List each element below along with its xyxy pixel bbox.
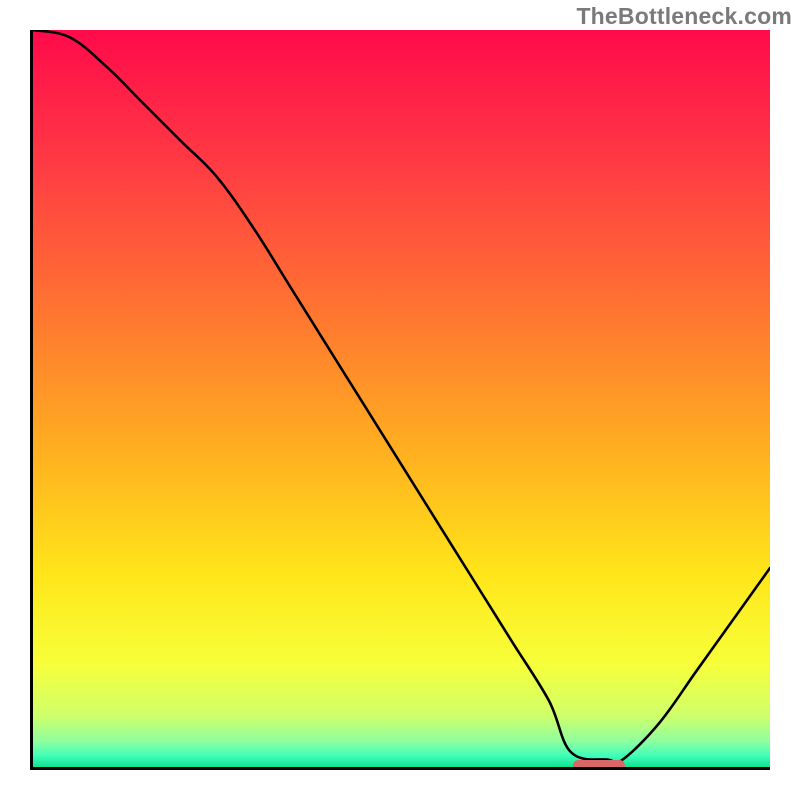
bottleneck-curve [33,30,770,767]
optimal-range-marker [573,760,625,770]
plot-area [30,30,770,770]
watermark-text: TheBottleneck.com [576,3,792,30]
